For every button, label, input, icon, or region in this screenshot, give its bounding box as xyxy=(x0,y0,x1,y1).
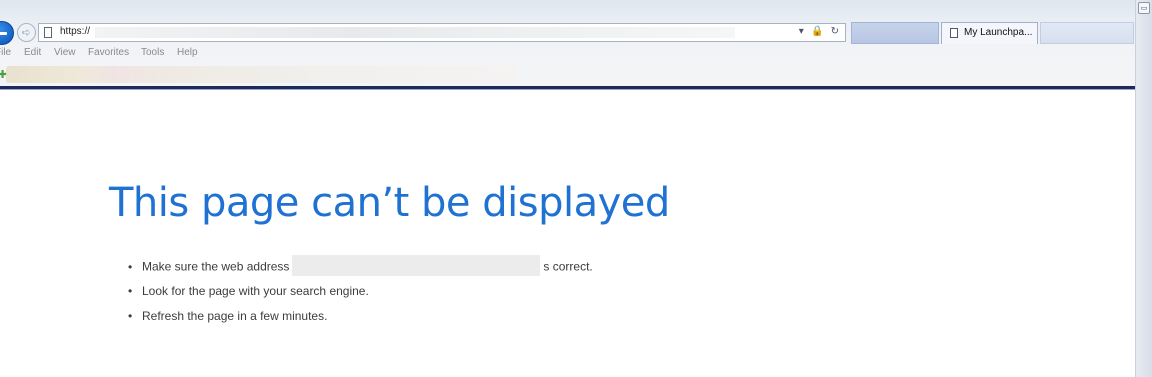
tab-page-icon xyxy=(950,28,958,38)
bullet-icon: • xyxy=(128,259,133,274)
address-url-redacted xyxy=(95,27,735,38)
menu-help[interactable]: Help xyxy=(177,47,198,58)
tip-text: Look for the page with your search engin… xyxy=(142,284,369,298)
back-button[interactable] xyxy=(0,21,14,45)
favorites-redacted xyxy=(6,66,516,83)
bullet-icon: • xyxy=(128,309,133,323)
window-frame-right: ▭ xyxy=(1135,0,1152,377)
favorites-bar: ✚ xyxy=(0,63,1134,85)
restore-icon[interactable]: ▭ xyxy=(1138,2,1150,14)
bullet-icon: • xyxy=(128,284,133,298)
tip-text-suffix: s correct. xyxy=(543,259,593,274)
address-url-prefix: https:// xyxy=(60,26,91,37)
redacted-address xyxy=(292,255,541,276)
menu-file[interactable]: File xyxy=(0,47,11,58)
tip-text: Make sure the web address xyxy=(142,259,290,274)
forward-button[interactable]: ➪ xyxy=(17,23,36,42)
menu-tools[interactable]: Tools xyxy=(141,47,164,58)
tip-item: • Refresh the page in a few minutes. xyxy=(128,309,593,334)
address-controls[interactable]: ▾ 🔒 ↻ xyxy=(799,26,841,37)
menu-favorites[interactable]: Favorites xyxy=(88,47,129,58)
tab-label: My Launchpa... xyxy=(964,27,1033,38)
chrome-divider-light xyxy=(0,89,1135,90)
tab-new[interactable] xyxy=(1040,22,1134,44)
error-title: This page can’t be displayed xyxy=(109,180,670,226)
menu-view[interactable]: View xyxy=(54,47,76,58)
browser-chrome: ➪ https:// ▾ 🔒 ↻ My Launchpa... File Edi… xyxy=(0,0,1152,90)
tab-blank[interactable] xyxy=(851,22,939,44)
menu-edit[interactable]: Edit xyxy=(24,47,41,58)
tip-item: • Make sure the web address s correct. xyxy=(128,255,593,284)
tip-text: Refresh the page in a few minutes. xyxy=(142,309,328,323)
page-icon xyxy=(44,27,52,38)
tab-my-launchpad[interactable]: My Launchpa... xyxy=(941,22,1038,44)
tips-list: • Make sure the web address s correct. • Lo… xyxy=(128,255,593,334)
tip-item: • Look for the page with your search engi… xyxy=(128,284,593,309)
address-bar[interactable]: https:// ▾ 🔒 ↻ xyxy=(38,23,846,42)
